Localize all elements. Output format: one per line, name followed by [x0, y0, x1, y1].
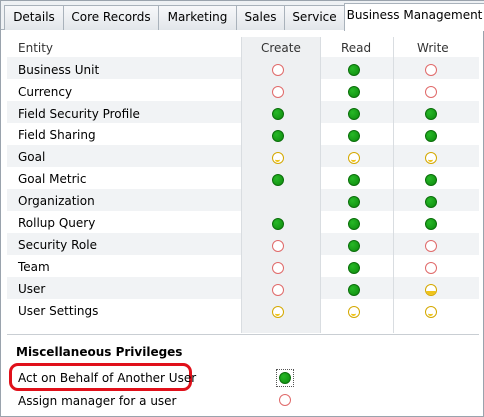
privilege-create-icon[interactable] — [272, 284, 284, 296]
privilege-write-icon[interactable] — [425, 284, 437, 296]
privilege-read-icon[interactable] — [348, 130, 360, 142]
entity-currency: Currency — [18, 85, 73, 99]
entity-field-sharing: Field Sharing — [18, 128, 96, 142]
security-role-dialog: Details Core Records Marketing Sales Ser… — [0, 0, 484, 417]
tab-service[interactable]: Service — [284, 5, 345, 30]
privilege-create-icon[interactable] — [272, 64, 284, 76]
tab-core-records[interactable]: Core Records — [63, 5, 159, 30]
privilege-read-icon[interactable] — [348, 108, 360, 120]
privilege-read-icon[interactable] — [348, 196, 360, 208]
privilege-write-icon[interactable] — [425, 64, 437, 76]
entity-security-role: Security Role — [18, 238, 97, 252]
section-divider — [7, 334, 479, 335]
tab-sales[interactable]: Sales — [236, 5, 285, 30]
tab-bar: Details Core Records Marketing Sales Ser… — [1, 1, 484, 31]
privilege-create-icon[interactable] — [272, 218, 284, 230]
privilege-write-icon[interactable] — [425, 152, 437, 164]
privilege-write-icon[interactable] — [425, 130, 437, 142]
entity-user: User — [18, 282, 46, 296]
tab-details[interactable]: Details — [4, 5, 64, 30]
entity-goal-metric: Goal Metric — [18, 172, 87, 186]
privilege-read-icon[interactable] — [348, 306, 360, 318]
misc-privileges-title: Miscellaneous Privileges — [16, 345, 183, 359]
privilege-write-icon[interactable] — [425, 262, 437, 274]
privilege-read-icon[interactable] — [348, 218, 360, 230]
entity-goal: Goal — [18, 150, 46, 164]
misc-assign-manager-label: Assign manager for a user — [18, 394, 177, 408]
privilege-write-icon[interactable] — [425, 218, 437, 230]
misc-act-on-behalf-label: Act on Behalf of Another User — [18, 371, 197, 385]
header-create[interactable]: Create — [261, 41, 301, 55]
tab-marketing[interactable]: Marketing — [158, 5, 237, 30]
privilege-read-icon[interactable] — [348, 174, 360, 186]
header-entity[interactable]: Entity — [18, 41, 53, 55]
privilege-create-icon[interactable] — [272, 130, 284, 142]
privilege-create-icon[interactable] — [272, 108, 284, 120]
entity-team: Team — [18, 260, 50, 274]
privilege-table: Entity Create Read Write Business Unit C… — [7, 37, 479, 333]
entity-user-settings: User Settings — [18, 304, 99, 318]
privilege-read-icon[interactable] — [348, 284, 360, 296]
misc-act-on-behalf-privilege-icon[interactable] — [279, 372, 291, 384]
privilege-read-icon[interactable] — [348, 152, 360, 164]
privilege-write-icon[interactable] — [425, 240, 437, 252]
privilege-create-icon[interactable] — [272, 174, 284, 186]
privilege-create-icon[interactable] — [272, 240, 284, 252]
misc-assign-manager-privilege-icon[interactable] — [279, 394, 291, 406]
entity-field-security-profile: Field Security Profile — [18, 107, 140, 121]
privilege-create-icon[interactable] — [272, 152, 284, 164]
privilege-read-icon[interactable] — [348, 262, 360, 274]
privilege-create-icon[interactable] — [272, 306, 284, 318]
entity-organization: Organization — [18, 194, 95, 208]
entity-business-unit: Business Unit — [18, 63, 100, 77]
privilege-write-icon[interactable] — [425, 196, 437, 208]
privilege-read-icon[interactable] — [348, 240, 360, 252]
header-read[interactable]: Read — [341, 41, 371, 55]
privilege-write-icon[interactable] — [425, 174, 437, 186]
entity-rollup-query: Rollup Query — [18, 216, 96, 230]
tab-business-management[interactable]: Business Management — [344, 3, 484, 31]
privilege-read-icon[interactable] — [348, 64, 360, 76]
privilege-read-icon[interactable] — [348, 86, 360, 98]
header-write[interactable]: Write — [417, 41, 449, 55]
privilege-create-icon[interactable] — [272, 262, 284, 274]
privilege-write-icon[interactable] — [425, 108, 437, 120]
privilege-write-icon[interactable] — [425, 306, 437, 318]
privilege-create-icon[interactable] — [272, 86, 284, 98]
privilege-write-icon[interactable] — [425, 86, 437, 98]
